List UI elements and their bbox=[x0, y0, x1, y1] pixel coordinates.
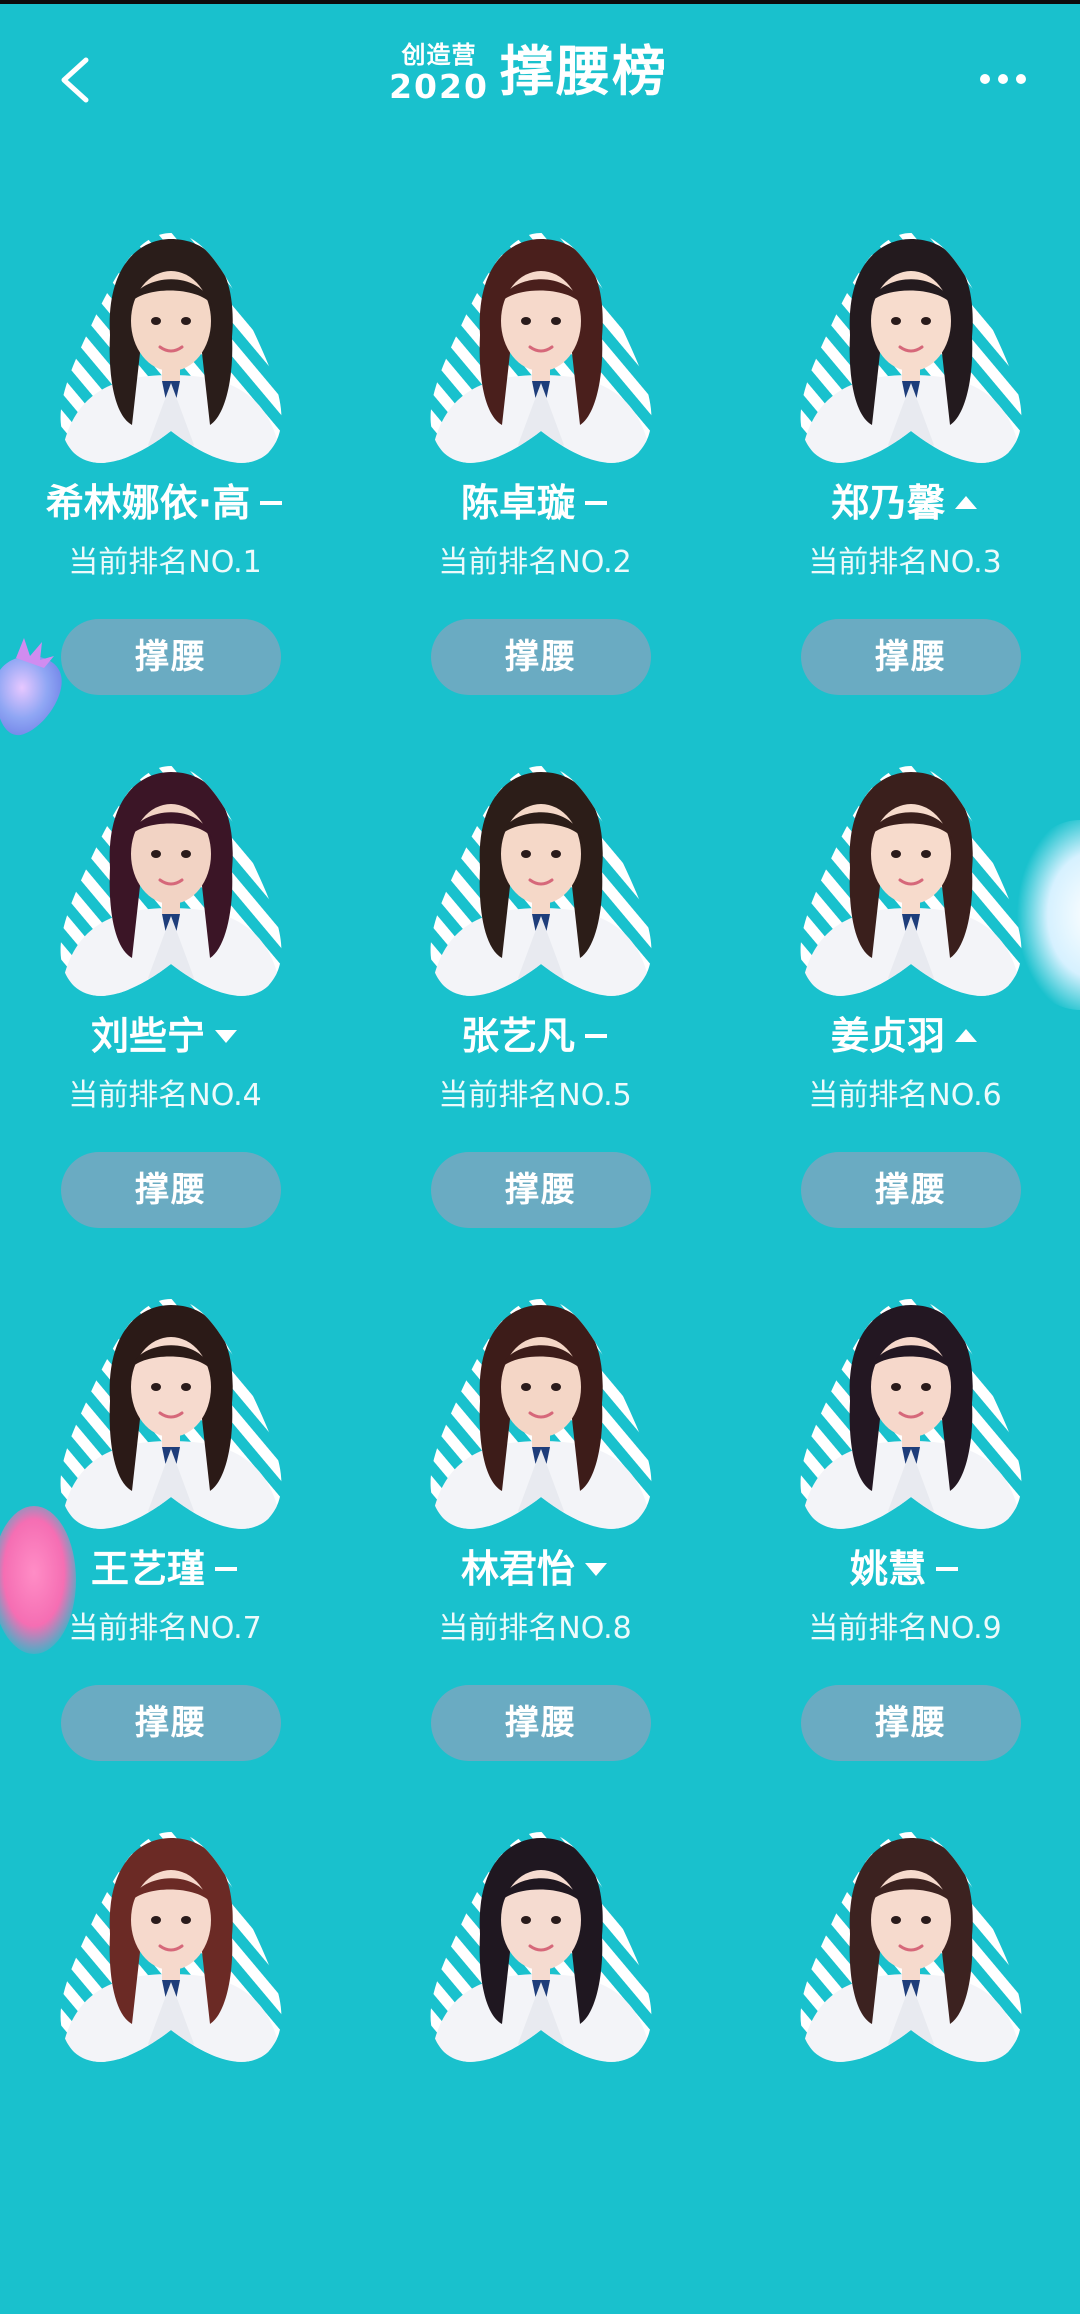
contestant-portrait[interactable] bbox=[790, 225, 1032, 465]
support-button[interactable]: 撑腰 bbox=[431, 619, 651, 695]
support-button[interactable]: 撑腰 bbox=[801, 1685, 1021, 1761]
support-button[interactable]: 撑腰 bbox=[801, 619, 1021, 695]
contestant-card[interactable]: 张艺凡当前排名NO.5 撑腰 bbox=[370, 758, 700, 1248]
contestant-portrait[interactable] bbox=[50, 1824, 292, 2064]
contestant-portrait[interactable] bbox=[790, 1824, 1032, 2064]
contestant-name: 王艺瑾 bbox=[90, 1547, 205, 1591]
dash-icon bbox=[258, 491, 284, 515]
contestant-name: 陈卓璇 bbox=[460, 481, 575, 525]
contestant-portrait[interactable] bbox=[420, 1824, 662, 2064]
current-rank: 当前排名NO.2 bbox=[438, 545, 632, 580]
dash-icon bbox=[934, 1557, 960, 1581]
triangle-down-icon bbox=[213, 1024, 239, 1048]
contestant-name: 郑乃馨 bbox=[830, 481, 945, 525]
contestant-name: 姚慧 bbox=[849, 1547, 926, 1591]
support-button[interactable]: 撑腰 bbox=[431, 1685, 651, 1761]
support-button[interactable]: 撑腰 bbox=[61, 1152, 281, 1228]
support-button[interactable]: 撑腰 bbox=[431, 1152, 651, 1228]
name-row: 林君怡 bbox=[370, 1545, 700, 1593]
dash-icon bbox=[583, 491, 609, 515]
contestant-card[interactable]: 陈卓璇当前排名NO.2 撑腰 bbox=[370, 225, 700, 715]
dash-icon bbox=[583, 1024, 609, 1048]
triangle-up-icon bbox=[953, 491, 979, 515]
contestant-name: 林君怡 bbox=[460, 1547, 575, 1591]
name-row: 姜贞羽 bbox=[740, 1012, 1070, 1060]
contestant-portrait[interactable] bbox=[420, 225, 662, 465]
contestant-portrait[interactable] bbox=[50, 225, 292, 465]
name-row: 郑乃馨 bbox=[740, 479, 1070, 527]
name-row: 刘些宁 bbox=[0, 1012, 330, 1060]
contestant-card[interactable]: 王艺瑾当前排名NO.7 撑腰 bbox=[0, 1291, 330, 1781]
contestant-card[interactable] bbox=[370, 1824, 700, 2314]
contestant-portrait[interactable] bbox=[420, 758, 662, 998]
current-rank: 当前排名NO.4 bbox=[68, 1078, 262, 1113]
contestant-card[interactable]: 姜贞羽当前排名NO.6 撑腰 bbox=[740, 758, 1070, 1248]
support-button[interactable]: 撑腰 bbox=[801, 1152, 1021, 1228]
contestant-card[interactable]: 希林娜依·高当前排名NO.1 撑腰 bbox=[0, 225, 330, 715]
contestant-name: 希林娜依·高 bbox=[45, 481, 251, 525]
support-button[interactable]: 撑腰 bbox=[61, 619, 281, 695]
contestant-card[interactable]: 郑乃馨当前排名NO.3 撑腰 bbox=[740, 225, 1070, 715]
contestant-portrait[interactable] bbox=[420, 1291, 662, 1531]
current-rank: 当前排名NO.1 bbox=[68, 545, 262, 580]
current-rank: 当前排名NO.3 bbox=[808, 545, 1002, 580]
contestant-portrait[interactable] bbox=[50, 758, 292, 998]
current-rank: 当前排名NO.9 bbox=[808, 1611, 1002, 1646]
contestant-portrait[interactable] bbox=[790, 1291, 1032, 1531]
name-row: 陈卓璇 bbox=[370, 479, 700, 527]
name-row: 王艺瑾 bbox=[0, 1545, 330, 1593]
triangle-down-icon bbox=[583, 1557, 609, 1581]
contestant-name: 刘些宁 bbox=[90, 1014, 205, 1058]
contestant-name: 张艺凡 bbox=[460, 1014, 575, 1058]
contestant-card[interactable] bbox=[740, 1824, 1070, 2314]
contestant-card[interactable]: 林君怡当前排名NO.8 撑腰 bbox=[370, 1291, 700, 1781]
contestant-portrait[interactable] bbox=[790, 758, 1032, 998]
contestant-grid: 希林娜依·高 当前排名NO.1 撑腰 陈卓璇 当前排名NO.2 撑腰 郑乃馨 当前排名NO.3… bbox=[0, 0, 1080, 2062]
contestant-card[interactable] bbox=[0, 1824, 330, 2314]
name-row: 希林娜依·高 bbox=[0, 479, 330, 527]
name-row: 姚慧 bbox=[740, 1545, 1070, 1593]
contestant-card[interactable]: 姚慧当前排名NO.9 撑腰 bbox=[740, 1291, 1070, 1781]
current-rank: 当前排名NO.8 bbox=[438, 1611, 632, 1646]
dash-icon bbox=[213, 1557, 239, 1581]
contestant-card[interactable]: 刘些宁当前排名NO.4 撑腰 bbox=[0, 758, 330, 1248]
current-rank: 当前排名NO.5 bbox=[438, 1078, 632, 1113]
support-button[interactable]: 撑腰 bbox=[61, 1685, 281, 1761]
contestant-portrait[interactable] bbox=[50, 1291, 292, 1531]
contestant-name: 姜贞羽 bbox=[830, 1014, 945, 1058]
current-rank: 当前排名NO.6 bbox=[808, 1078, 1002, 1113]
current-rank: 当前排名NO.7 bbox=[68, 1611, 262, 1646]
triangle-up-icon bbox=[953, 1024, 979, 1048]
name-row: 张艺凡 bbox=[370, 1012, 700, 1060]
